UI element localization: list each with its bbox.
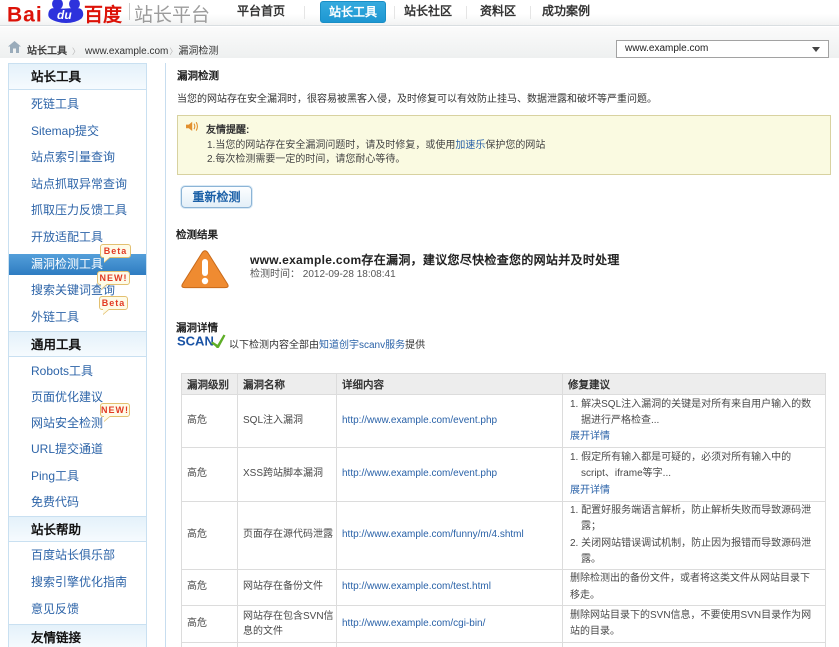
svg-text:百度: 百度	[84, 3, 123, 26]
svg-text:du: du	[57, 8, 72, 22]
svg-text:SCAN: SCAN	[177, 334, 214, 348]
svg-text:Bai: Bai	[7, 4, 43, 27]
svg-text:站长平台: 站长平台	[134, 4, 210, 26]
